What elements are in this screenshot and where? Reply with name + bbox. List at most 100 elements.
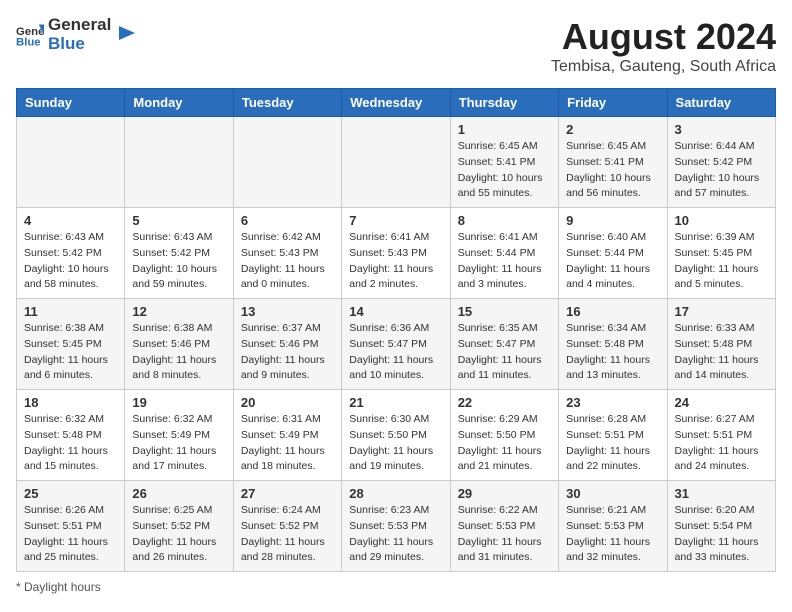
day-number: 2 xyxy=(566,122,659,137)
day-cell-3-0: 18Sunrise: 6:32 AMSunset: 5:48 PMDayligh… xyxy=(17,390,125,481)
day-info: Sunrise: 6:36 AMSunset: 5:47 PMDaylight:… xyxy=(349,321,442,384)
day-cell-0-0 xyxy=(17,117,125,208)
day-number: 10 xyxy=(675,213,768,228)
day-number: 12 xyxy=(132,304,225,319)
day-number: 13 xyxy=(241,304,334,319)
daylight-label: Daylight hours xyxy=(24,580,101,594)
calendar-header-row: SundayMondayTuesdayWednesdayThursdayFrid… xyxy=(17,89,776,117)
day-number: 17 xyxy=(675,304,768,319)
day-number: 25 xyxy=(24,486,117,501)
day-number: 22 xyxy=(458,395,551,410)
logo-icon: General Blue xyxy=(16,21,44,49)
day-number: 30 xyxy=(566,486,659,501)
day-info: Sunrise: 6:23 AMSunset: 5:53 PMDaylight:… xyxy=(349,503,442,566)
logo-general-text: General xyxy=(48,16,111,35)
day-info: Sunrise: 6:44 AMSunset: 5:42 PMDaylight:… xyxy=(675,139,768,202)
week-row-5: 25 Sunrise: 6:26 AMSunset: 5:51 PMDayligh… xyxy=(17,481,776,572)
day-number: 20 xyxy=(241,395,334,410)
day-number: 1 xyxy=(458,122,551,137)
day-info: Sunrise: 6:38 AMSunset: 5:45 PMDaylight:… xyxy=(24,321,117,384)
day-info: Sunrise: 6:31 AMSunset: 5:49 PMDaylight:… xyxy=(241,412,334,475)
day-cell-4-2: 27 Sunrise: 6:24 AMSunset: 5:52 PMDayligh… xyxy=(233,481,341,572)
footer-note: * Daylight hours xyxy=(16,580,776,594)
day-number: 11 xyxy=(24,304,117,319)
day-number: 23 xyxy=(566,395,659,410)
day-number: 21 xyxy=(349,395,442,410)
day-info: Sunrise: 6:32 AMSunset: 5:48 PMDaylight:… xyxy=(24,412,117,475)
day-cell-3-3: 21 Sunrise: 6:30 AMSunset: 5:50 PMDayligh… xyxy=(342,390,450,481)
svg-text:Blue: Blue xyxy=(16,36,41,48)
day-cell-1-6: 10 Sunrise: 6:39 AMSunset: 5:45 PMDayligh… xyxy=(667,208,775,299)
day-cell-4-5: 30Sunrise: 6:21 AMSunset: 5:53 PMDayligh… xyxy=(559,481,667,572)
day-cell-3-5: 23 Sunrise: 6:28 AMSunset: 5:51 PMDayligh… xyxy=(559,390,667,481)
day-info: Sunrise: 6:39 AMSunset: 5:45 PMDaylight:… xyxy=(675,230,768,293)
day-cell-2-0: 11 Sunrise: 6:38 AMSunset: 5:45 PMDayligh… xyxy=(17,299,125,390)
logo-blue-text: Blue xyxy=(48,35,111,54)
day-info: Sunrise: 6:30 AMSunset: 5:50 PMDaylight:… xyxy=(349,412,442,475)
day-info: Sunrise: 6:32 AMSunset: 5:49 PMDaylight:… xyxy=(132,412,225,475)
day-cell-1-2: 6 Sunrise: 6:42 AMSunset: 5:43 PMDaylight… xyxy=(233,208,341,299)
header: General Blue General Blue August 2024 Te… xyxy=(16,16,776,76)
day-info: Sunrise: 6:28 AMSunset: 5:51 PMDaylight:… xyxy=(566,412,659,475)
header-thursday: Thursday xyxy=(450,89,558,117)
day-cell-2-5: 16Sunrise: 6:34 AMSunset: 5:48 PMDayligh… xyxy=(559,299,667,390)
day-number: 31 xyxy=(675,486,768,501)
day-number: 5 xyxy=(132,213,225,228)
day-number: 6 xyxy=(241,213,334,228)
header-sunday: Sunday xyxy=(17,89,125,117)
day-cell-0-4: 1 Sunrise: 6:45 AMSunset: 5:41 PMDaylight… xyxy=(450,117,558,208)
day-number: 28 xyxy=(349,486,442,501)
day-info: Sunrise: 6:25 AMSunset: 5:52 PMDaylight:… xyxy=(132,503,225,566)
day-cell-3-2: 20 Sunrise: 6:31 AMSunset: 5:49 PMDayligh… xyxy=(233,390,341,481)
day-number: 19 xyxy=(132,395,225,410)
day-info: Sunrise: 6:41 AMSunset: 5:44 PMDaylight:… xyxy=(458,230,551,293)
day-cell-1-5: 9 Sunrise: 6:40 AMSunset: 5:44 PMDaylight… xyxy=(559,208,667,299)
day-cell-0-2 xyxy=(233,117,341,208)
day-info: Sunrise: 6:27 AMSunset: 5:51 PMDaylight:… xyxy=(675,412,768,475)
day-number: 9 xyxy=(566,213,659,228)
day-info: Sunrise: 6:40 AMSunset: 5:44 PMDaylight:… xyxy=(566,230,659,293)
day-info: Sunrise: 6:41 AMSunset: 5:43 PMDaylight:… xyxy=(349,230,442,293)
header-wednesday: Wednesday xyxy=(342,89,450,117)
logo: General Blue General Blue xyxy=(16,16,137,53)
day-cell-0-1 xyxy=(125,117,233,208)
day-number: 14 xyxy=(349,304,442,319)
day-info: Sunrise: 6:38 AMSunset: 5:46 PMDaylight:… xyxy=(132,321,225,384)
day-info: Sunrise: 6:29 AMSunset: 5:50 PMDaylight:… xyxy=(458,412,551,475)
day-info: Sunrise: 6:35 AMSunset: 5:47 PMDaylight:… xyxy=(458,321,551,384)
week-row-3: 11 Sunrise: 6:38 AMSunset: 5:45 PMDayligh… xyxy=(17,299,776,390)
day-number: 4 xyxy=(24,213,117,228)
week-row-1: 1 Sunrise: 6:45 AMSunset: 5:41 PMDaylight… xyxy=(17,117,776,208)
logo-flag-icon xyxy=(115,24,137,46)
day-info: Sunrise: 6:43 AMSunset: 5:42 PMDaylight:… xyxy=(24,230,117,293)
day-info: Sunrise: 6:45 AMSunset: 5:41 PMDaylight:… xyxy=(566,139,659,202)
header-saturday: Saturday xyxy=(667,89,775,117)
day-cell-3-6: 24Sunrise: 6:27 AMSunset: 5:51 PMDayligh… xyxy=(667,390,775,481)
day-info: Sunrise: 6:26 AMSunset: 5:51 PMDaylight:… xyxy=(24,503,117,566)
title-block: August 2024 Tembisa, Gauteng, South Afri… xyxy=(551,16,776,76)
day-info: Sunrise: 6:45 AMSunset: 5:41 PMDaylight:… xyxy=(458,139,551,202)
day-cell-0-5: 2 Sunrise: 6:45 AMSunset: 5:41 PMDaylight… xyxy=(559,117,667,208)
day-cell-3-1: 19 Sunrise: 6:32 AMSunset: 5:49 PMDayligh… xyxy=(125,390,233,481)
day-info: Sunrise: 6:42 AMSunset: 5:43 PMDaylight:… xyxy=(241,230,334,293)
day-cell-2-6: 17Sunrise: 6:33 AMSunset: 5:48 PMDayligh… xyxy=(667,299,775,390)
day-cell-0-6: 3 Sunrise: 6:44 AMSunset: 5:42 PMDaylight… xyxy=(667,117,775,208)
day-cell-4-4: 29Sunrise: 6:22 AMSunset: 5:53 PMDayligh… xyxy=(450,481,558,572)
day-number: 3 xyxy=(675,122,768,137)
day-info: Sunrise: 6:24 AMSunset: 5:52 PMDaylight:… xyxy=(241,503,334,566)
week-row-2: 4 Sunrise: 6:43 AMSunset: 5:42 PMDaylight… xyxy=(17,208,776,299)
day-cell-0-3 xyxy=(342,117,450,208)
day-number: 26 xyxy=(132,486,225,501)
main-title: August 2024 xyxy=(551,16,776,58)
day-cell-2-3: 14 Sunrise: 6:36 AMSunset: 5:47 PMDayligh… xyxy=(342,299,450,390)
day-cell-2-4: 15Sunrise: 6:35 AMSunset: 5:47 PMDayligh… xyxy=(450,299,558,390)
day-cell-1-0: 4 Sunrise: 6:43 AMSunset: 5:42 PMDaylight… xyxy=(17,208,125,299)
day-number: 8 xyxy=(458,213,551,228)
week-row-4: 18Sunrise: 6:32 AMSunset: 5:48 PMDayligh… xyxy=(17,390,776,481)
day-number: 27 xyxy=(241,486,334,501)
day-cell-4-3: 28 Sunrise: 6:23 AMSunset: 5:53 PMDayligh… xyxy=(342,481,450,572)
day-cell-4-1: 26 Sunrise: 6:25 AMSunset: 5:52 PMDayligh… xyxy=(125,481,233,572)
day-info: Sunrise: 6:20 AMSunset: 5:54 PMDaylight:… xyxy=(675,503,768,566)
header-monday: Monday xyxy=(125,89,233,117)
header-friday: Friday xyxy=(559,89,667,117)
